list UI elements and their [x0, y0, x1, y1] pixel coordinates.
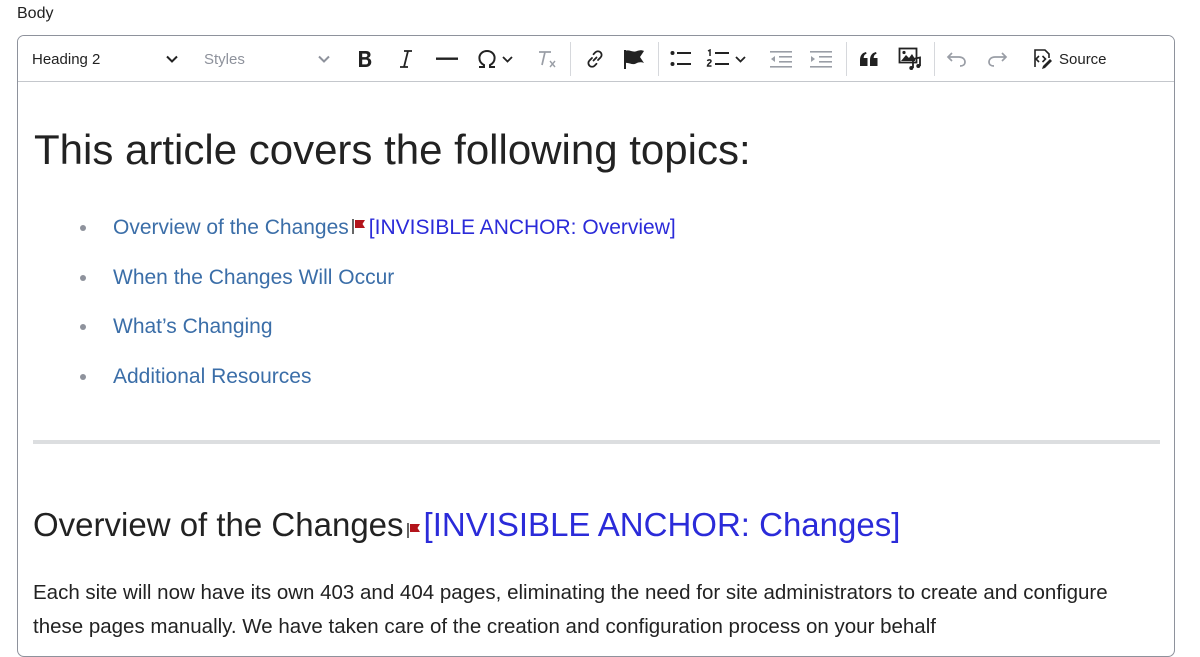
bold-button[interactable]	[350, 42, 380, 76]
bulleted-list-button[interactable]	[666, 42, 696, 76]
toolbar-separator	[934, 42, 935, 76]
anchor-flag-icon	[351, 213, 367, 243]
source-icon	[1030, 47, 1054, 71]
bulleted-list-icon	[670, 50, 692, 68]
invisible-anchor-label: [INVISIBLE ANCHOR: Changes]	[423, 506, 901, 543]
remove-format-button[interactable]	[532, 42, 562, 76]
numbered-list-button[interactable]	[704, 42, 754, 76]
media-button[interactable]	[894, 42, 926, 76]
source-button[interactable]: Source	[1030, 42, 1120, 76]
media-icon	[898, 47, 922, 71]
horizontal-rule	[33, 440, 1160, 444]
topic-link-additional-resources[interactable]: Additional Resources	[113, 362, 311, 392]
topic-link-when[interactable]: When the Changes Will Occur	[113, 263, 394, 293]
bullet	[80, 274, 86, 281]
indent-icon	[810, 50, 832, 68]
link-icon	[584, 48, 606, 70]
horizontal-line-button[interactable]	[432, 42, 462, 76]
editor-content[interactable]: This article covers the following topics…	[18, 82, 1174, 656]
body-paragraph: Each site will now have its own 403 and …	[33, 581, 1108, 638]
remove-format-icon	[536, 48, 558, 70]
anchor-flag-icon	[406, 508, 422, 546]
heading-dropdown[interactable]: Heading 2	[24, 42, 186, 76]
toolbar-separator	[846, 42, 847, 76]
redo-icon	[986, 51, 1008, 67]
numbered-list-icon	[706, 49, 730, 69]
horizontal-line-icon	[436, 57, 458, 61]
blockquote-icon	[859, 51, 879, 67]
chevron-down-icon	[735, 55, 746, 63]
styles-dropdown[interactable]: Styles	[194, 42, 336, 76]
undo-button[interactable]	[942, 42, 972, 76]
chevron-down-icon	[166, 55, 178, 63]
undo-icon	[946, 51, 968, 67]
toolbar-separator	[658, 42, 659, 76]
special-characters-button[interactable]	[474, 42, 522, 76]
bullet	[80, 373, 86, 380]
rich-text-editor: Heading 2 Styles Source This article cov…	[17, 35, 1175, 657]
invisible-anchor-label: [INVISIBLE ANCHOR: Overview]	[368, 216, 676, 239]
editor-toolbar: Heading 2 Styles Source	[18, 36, 1174, 82]
topic-link-whats-changing[interactable]: What’s Changing	[113, 312, 273, 342]
styles-dropdown-label: Styles	[204, 50, 245, 68]
source-button-label: Source	[1059, 50, 1107, 68]
bullet	[80, 225, 86, 231]
bold-icon	[356, 49, 374, 69]
chevron-down-icon	[502, 55, 513, 63]
redo-button[interactable]	[982, 42, 1012, 76]
italic-button[interactable]	[392, 42, 420, 76]
outdent-button[interactable]	[766, 42, 796, 76]
chevron-down-icon	[318, 55, 330, 63]
blockquote-button[interactable]	[854, 42, 884, 76]
toolbar-separator	[570, 42, 571, 76]
section-heading: Overview of the Changes [INVISIBLE ANCHOR…	[33, 506, 900, 546]
italic-icon	[398, 49, 414, 69]
section-heading-text: Overview of the Changes	[33, 506, 404, 543]
outdent-icon	[770, 50, 792, 68]
anchor-flag-icon	[622, 48, 646, 70]
anchor-button[interactable]	[618, 42, 650, 76]
field-label-body: Body	[17, 5, 54, 22]
topic-link-overview[interactable]: Overview of the Changes [INVISIBLE ANCHOR…	[113, 213, 676, 243]
page-heading: This article covers the following topics…	[34, 126, 751, 173]
link-button[interactable]	[580, 42, 610, 76]
indent-button[interactable]	[806, 42, 836, 76]
topic-link-label: Overview of the Changes	[113, 216, 349, 239]
heading-dropdown-label: Heading 2	[32, 50, 101, 68]
bullet	[80, 324, 86, 330]
special-characters-icon	[476, 49, 498, 69]
